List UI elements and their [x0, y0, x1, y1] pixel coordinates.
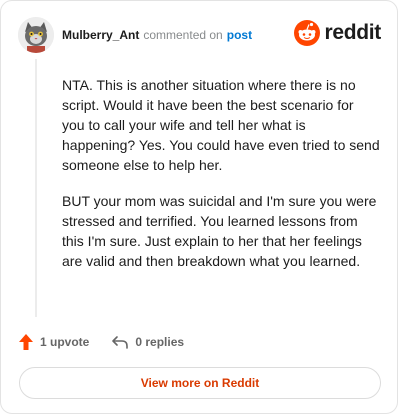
- upvote-button[interactable]: 1 upvote: [18, 333, 89, 351]
- comment-body: NTA. This is another situation where the…: [62, 75, 380, 287]
- replies-button[interactable]: 0 replies: [111, 334, 184, 350]
- cat-avatar-icon: [18, 17, 54, 53]
- reply-arrow-icon: [112, 336, 129, 349]
- view-more-label: View more on Reddit: [140, 376, 260, 390]
- reddit-logo[interactable]: reddit: [294, 20, 381, 46]
- upvote-arrow-icon: [19, 334, 33, 350]
- user-avatar[interactable]: [18, 17, 54, 53]
- comment-action-text: commented on: [143, 28, 223, 42]
- thread-line[interactable]: [35, 59, 37, 317]
- reddit-snoo-icon: [294, 20, 321, 46]
- comment-card: Mulberry_Ant commented on post reddit NT…: [0, 0, 398, 414]
- brand-wordmark: reddit: [324, 21, 381, 44]
- comment-actions: 1 upvote 0 replies: [18, 333, 184, 351]
- username-link[interactable]: Mulberry_Ant: [62, 28, 139, 42]
- replies-count: 0 replies: [135, 335, 185, 349]
- comment-header: Mulberry_Ant commented on post reddit: [18, 15, 381, 55]
- post-link[interactable]: post: [227, 28, 252, 42]
- view-more-button[interactable]: View more on Reddit: [19, 367, 381, 399]
- comment-paragraph: NTA. This is another situation where the…: [62, 77, 380, 173]
- comment-paragraph: BUT your mom was suicidal and I'm sure y…: [62, 193, 377, 269]
- comment-meta: Mulberry_Ant commented on post: [62, 28, 252, 42]
- upvote-count: 1 upvote: [40, 335, 90, 349]
